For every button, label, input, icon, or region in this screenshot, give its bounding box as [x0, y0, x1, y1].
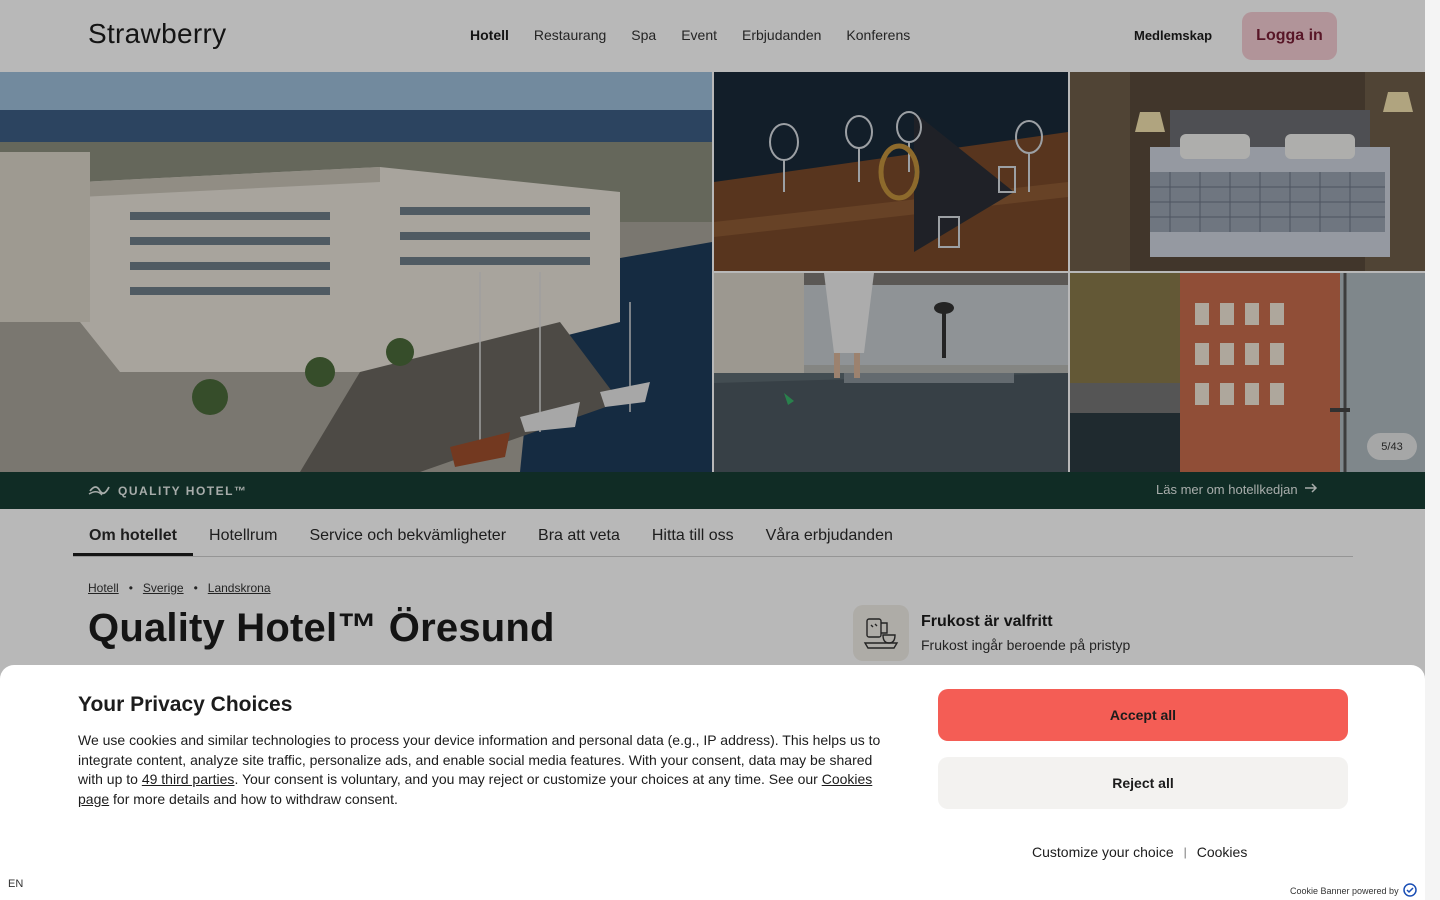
reject-all-button[interactable]: Reject all [938, 757, 1348, 809]
page: Strawberry Hotell Restaurang Spa Event E… [0, 0, 1425, 900]
powered-by-label: Cookie Banner powered by [1290, 886, 1399, 896]
cookie-text-part-3: for more details and how to withdraw con… [109, 790, 398, 807]
cookie-text: We use cookies and similar technologies … [78, 731, 898, 809]
cookie-links: Customize your choice | Cookies [1032, 844, 1247, 860]
accept-all-button[interactable]: Accept all [938, 689, 1348, 741]
usercentrics-badge-icon[interactable] [1402, 883, 1417, 899]
cookie-banner: Your Privacy Choices We use cookies and … [0, 665, 1425, 900]
cookie-text-part-2: . Your consent is voluntary, and you may… [234, 771, 822, 788]
customize-choice-link[interactable]: Customize your choice [1032, 844, 1174, 860]
language-selector[interactable]: EN [8, 878, 23, 890]
third-parties-link[interactable]: 49 third parties [142, 771, 235, 787]
link-separator: | [1183, 845, 1187, 859]
cookies-link[interactable]: Cookies [1197, 844, 1248, 860]
cookie-title: Your Privacy Choices [78, 693, 293, 716]
powered-by: Cookie Banner powered by [1290, 883, 1417, 899]
scrollbar[interactable] [1425, 0, 1440, 900]
